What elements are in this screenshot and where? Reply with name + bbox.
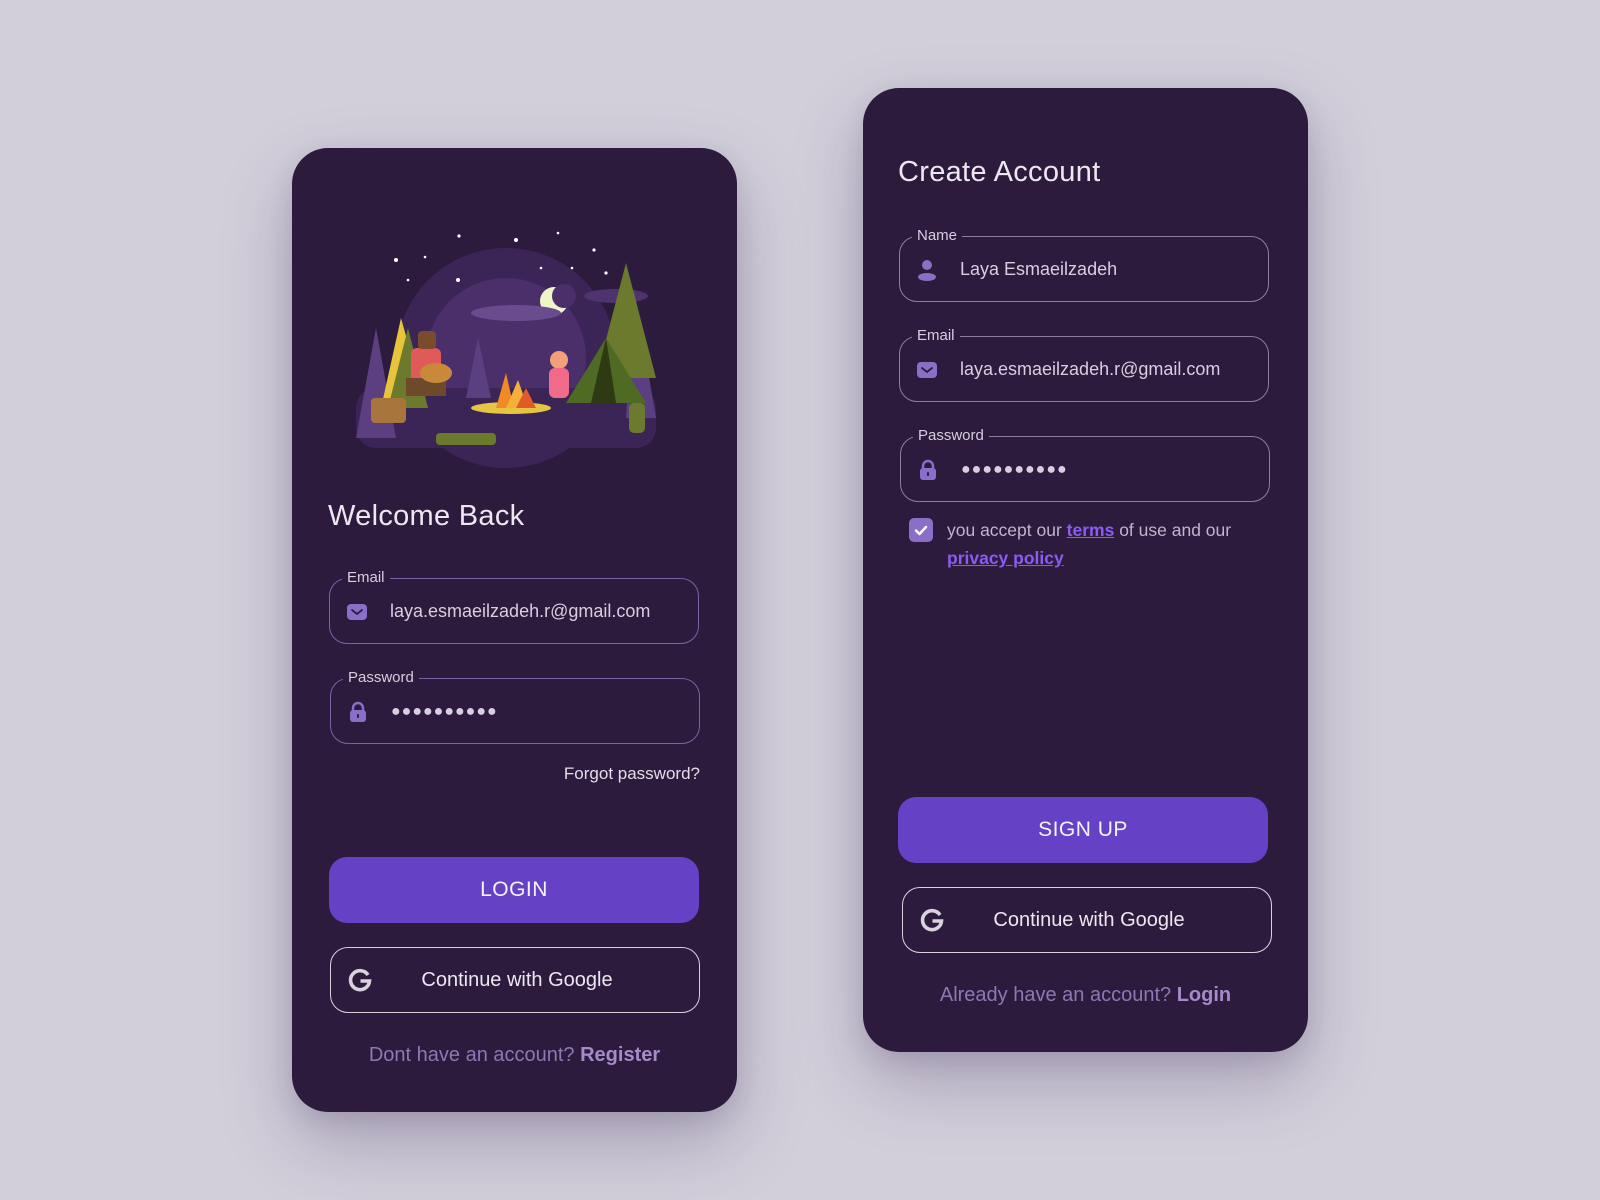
email-value: laya.esmaeilzadeh.r@gmail.com [390,601,651,621]
password-value: ●●●●●●●●●● [391,703,498,720]
name-field[interactable]: Name Laya Esmaeilzadeh [899,227,1269,302]
login-prompt: Already have an account? Login [863,984,1308,1007]
password-field[interactable]: Password ●●●●●●●●●● [330,669,700,744]
email-field[interactable]: Email laya.esmaeilzadeh.r@gmail.com [329,569,699,644]
signup-button[interactable]: SIGN UP [898,797,1268,863]
google-signup-button[interactable]: Continue with Google [902,887,1272,953]
google-button-label: Continue with Google [993,909,1185,931]
name-label: Name [912,227,963,245]
terms-checkbox[interactable] [909,518,933,542]
forgot-password-link[interactable]: Forgot password? [564,764,700,784]
login-prompt-text: Already have an account? [939,984,1172,1006]
google-login-button[interactable]: Continue with Google [330,947,700,1013]
mail-icon [347,604,367,620]
login-link[interactable]: Login [1177,984,1231,1006]
register-link[interactable]: Register [580,1044,660,1066]
terms-text: you accept our terms of use and our priv… [947,516,1277,572]
name-value: Laya Esmaeilzadeh [960,259,1118,279]
google-button-label: Continue with Google [421,969,613,991]
password-field[interactable]: Password ●●●●●●●●●● [900,427,1270,502]
email-field[interactable]: Email laya.esmaeilzadeh.r@gmail.com [899,327,1269,402]
terms-link[interactable]: terms [1067,520,1115,540]
login-card: Welcome Back Email laya.esmaeilzadeh.r@g… [292,148,737,1112]
page-title: Welcome Back [328,500,525,532]
privacy-policy-link[interactable]: privacy policy [947,548,1064,568]
terms-middle: of use and our [1114,520,1232,540]
login-button[interactable]: LOGIN [329,857,699,923]
email-value: laya.esmaeilzadeh.r@gmail.com [960,359,1221,379]
register-prompt: Dont have an account? Register [292,1044,737,1067]
terms-prefix: you accept our [947,520,1067,540]
email-label: Email [342,569,390,587]
password-label: Password [343,669,419,687]
mail-icon [917,362,937,378]
password-value: ●●●●●●●●●● [961,461,1068,478]
signup-card: Create Account Name Laya Esmaeilzadeh Em… [863,88,1308,1052]
register-prompt-text: Dont have an account? [368,1044,575,1066]
user-icon [918,260,936,281]
campfire-illustration [356,231,656,468]
lock-icon [350,701,366,722]
email-label: Email [912,327,960,345]
checkmark-icon [914,525,928,536]
page-title: Create Account [898,156,1101,188]
password-label: Password [913,427,989,445]
lock-icon [920,459,936,480]
